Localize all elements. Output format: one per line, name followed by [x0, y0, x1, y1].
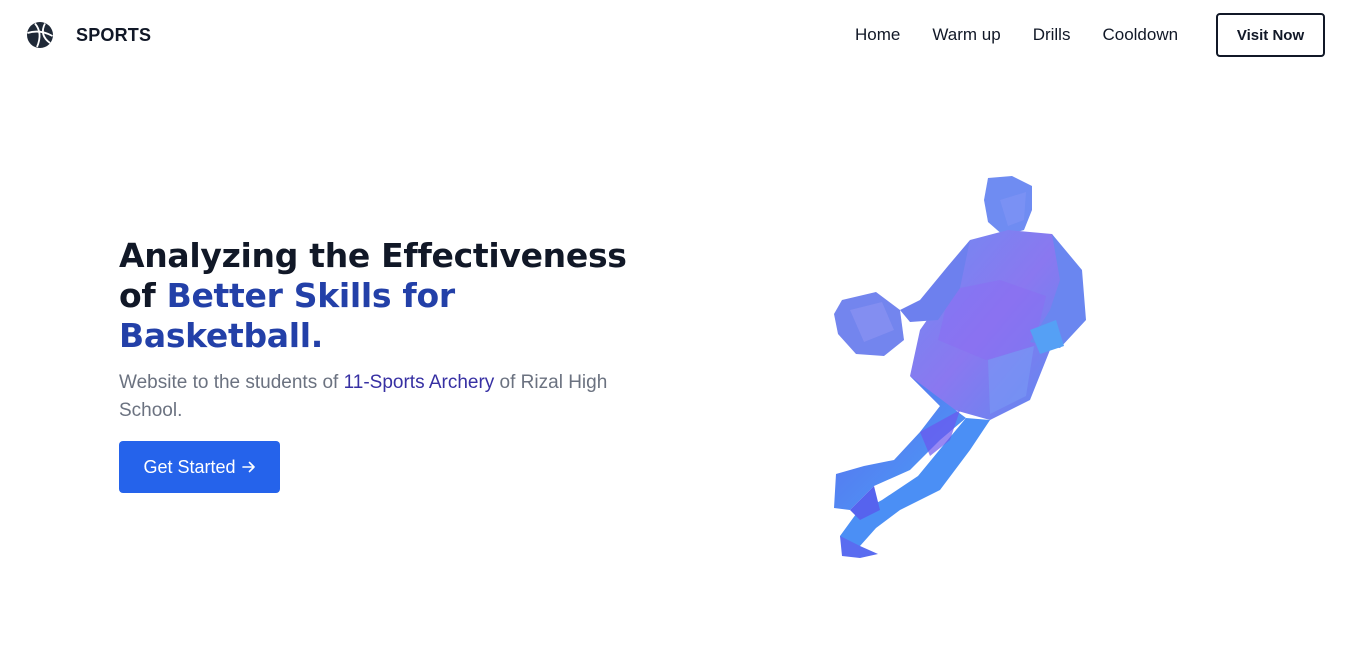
basketball-icon [27, 22, 53, 48]
brand[interactable]: SPORTS [26, 21, 151, 49]
nav-link-home[interactable]: Home [855, 25, 900, 45]
hero-subtitle-prefix: Website to the students of [119, 372, 344, 393]
nav-link-cooldown[interactable]: Cooldown [1102, 25, 1178, 45]
hero-title-accent1: Better Skills for [166, 276, 456, 315]
get-started-button[interactable]: Get Started [119, 441, 280, 493]
arrow-right-icon [241, 461, 255, 473]
visit-now-button[interactable]: Visit Now [1216, 13, 1325, 57]
navbar: SPORTS Home Warm up Drills Cooldown Visi… [0, 0, 1349, 72]
basketball-player-illustration [834, 176, 1086, 558]
hero-title: Analyzing the Effectiveness of Better Sk… [119, 236, 639, 356]
hero-title-of: of [119, 276, 167, 315]
nav-link-drills[interactable]: Drills [1033, 25, 1071, 45]
brand-name: SPORTS [76, 25, 152, 45]
hero-subtitle-highlight: 11-Sports Archery [343, 372, 495, 393]
hero-subtitle: Website to the students of 11-Sports Arc… [119, 369, 609, 425]
hero-title-accent2: Basketball. [119, 316, 324, 355]
hero-section: Analyzing the Effectiveness of Better Sk… [119, 236, 639, 425]
nav-link-warm-up[interactable]: Warm up [932, 25, 1000, 45]
hero-title-line1: Analyzing the Effectiveness [119, 236, 627, 275]
nav-links: Home Warm up Drills Cooldown [855, 25, 1178, 45]
get-started-label: Get Started [143, 456, 236, 477]
